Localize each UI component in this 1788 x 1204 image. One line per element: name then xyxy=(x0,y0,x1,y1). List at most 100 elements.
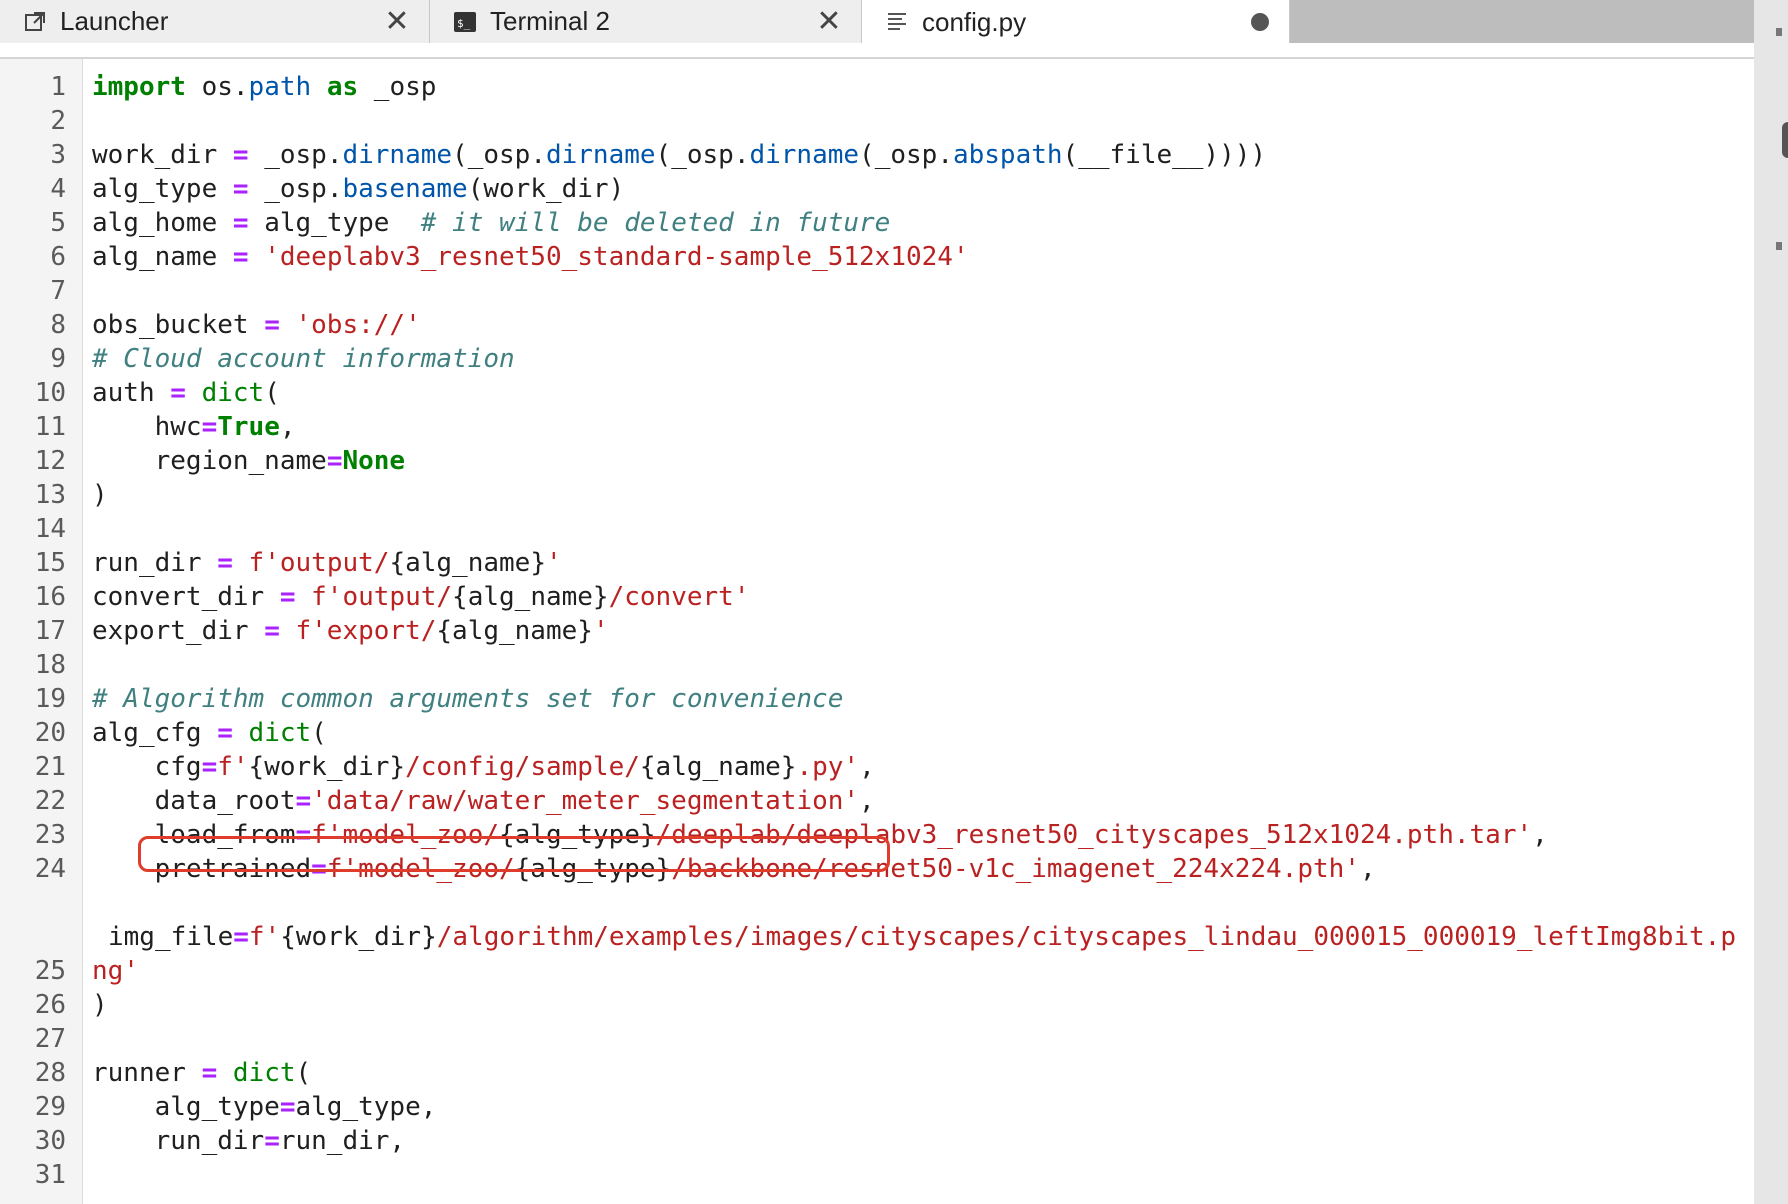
tab-label: Launcher xyxy=(60,6,169,36)
code-token: alg_name xyxy=(92,242,233,272)
code-token: {work_dir} xyxy=(280,922,437,952)
code-line[interactable]: 18 xyxy=(0,648,1754,682)
code-line[interactable]: 16 convert_dir = f'output/{alg_name}/conv… xyxy=(0,580,1754,614)
code-token: /convert' xyxy=(608,582,750,612)
code-token: _osp. xyxy=(248,140,343,170)
code-token: as xyxy=(326,72,359,102)
code-token: alg_home xyxy=(92,208,233,238)
code-token: 'obs://' xyxy=(295,310,421,340)
code-token: = xyxy=(232,140,249,170)
code-line[interactable]: 13) xyxy=(0,478,1754,512)
code-token: = xyxy=(295,786,312,816)
code-token: # it will be deleted in future xyxy=(420,208,891,238)
line-number: 31 xyxy=(34,1160,66,1190)
code-line[interactable]: 7 xyxy=(0,274,1754,308)
code-text: run_dir = f'output/{alg_name}' xyxy=(92,546,562,580)
code-token: dirname xyxy=(545,140,656,170)
code-token: {alg_name} xyxy=(639,752,797,782)
code-token: img_file xyxy=(108,922,234,952)
code-line[interactable]: 15 run_dir = f'output/{alg_name}' xyxy=(0,546,1754,580)
line-number: 7 xyxy=(50,276,66,306)
code-token: abspath xyxy=(952,140,1063,170)
vertical-scrollbar[interactable] xyxy=(1754,0,1788,1204)
code-line[interactable]: 17 export_dir = f'export/{alg_name}' xyxy=(0,614,1754,648)
terminal-icon: $_ xyxy=(448,7,482,37)
code-line[interactable]: 21 cfg=f'{work_dir}/config/sample/{alg_n… xyxy=(0,750,1754,784)
code-token: auth xyxy=(92,378,171,408)
line-number: 29 xyxy=(34,1092,66,1122)
code-token: run_dir xyxy=(92,1126,265,1156)
code-token: = xyxy=(217,718,233,748)
tab-terminal-2[interactable]: $_ Terminal 2 ✕ xyxy=(430,0,862,43)
line-number: 16 xyxy=(34,582,66,612)
code-line[interactable]: 4 alg_type = _osp.basename(work_dir) xyxy=(0,172,1754,206)
code-token: = xyxy=(232,208,249,238)
line-number: 26 xyxy=(34,990,66,1020)
line-number: 20 xyxy=(34,718,66,748)
code-line[interactable]: 29 alg_type=alg_type, xyxy=(0,1090,1754,1124)
code-line[interactable]: 2 xyxy=(0,104,1754,138)
line-number: 21 xyxy=(34,752,66,782)
code-line[interactable]: 11 hwc=True, xyxy=(0,410,1754,444)
line-number: 4 xyxy=(50,174,66,204)
code-token: 'data/raw/water_meter_segmentation' xyxy=(311,786,860,816)
code-token: 'deeplabv3_resnet50_standard-sample_512x… xyxy=(264,242,969,272)
code-token: dict xyxy=(232,1058,296,1088)
scroll-marker xyxy=(1776,242,1782,250)
code-token: f'export/ xyxy=(295,616,437,646)
code-line[interactable]: 6 alg_name = 'deeplabv3_resnet50_standard… xyxy=(0,240,1754,274)
code-line[interactable]: 9 # Cloud account information xyxy=(0,342,1754,376)
code-line[interactable]: 14 xyxy=(0,512,1754,546)
code-line[interactable]: 3 work_dir = _osp.dirname(_osp.dirname(_o… xyxy=(0,138,1754,172)
code-line[interactable]: 12 region_name=None xyxy=(0,444,1754,478)
code-token: dirname xyxy=(749,140,860,170)
tab-launcher[interactable]: Launcher ✕ xyxy=(0,0,430,43)
code-line[interactable]: 27 xyxy=(0,1022,1754,1056)
code-token: = xyxy=(264,1126,280,1156)
code-line[interactable]: 1 import os.path as _osp xyxy=(0,70,1754,104)
code-line[interactable]: 26) xyxy=(0,988,1754,1022)
code-token: ng' xyxy=(92,956,139,986)
tab-config-py[interactable]: config.py xyxy=(862,0,1290,44)
code-line[interactable]: 8 obs_bucket = 'obs://' xyxy=(0,308,1754,342)
code-text: alg_cfg = dict( xyxy=(92,716,327,750)
scrollbar-thumb[interactable] xyxy=(1782,122,1788,158)
code-text: alg_name = 'deeplabv3_resnet50_standard-… xyxy=(92,240,969,274)
code-token: obs_bucket xyxy=(92,310,265,340)
line-number: 8 xyxy=(50,310,66,340)
code-token: None xyxy=(342,446,406,476)
code-token: import xyxy=(92,72,186,102)
code-token: = xyxy=(279,1092,296,1122)
close-icon[interactable]: ✕ xyxy=(377,2,417,42)
code-line[interactable]: 19 # Algorithm common arguments set for c… xyxy=(0,682,1754,716)
close-icon[interactable]: ✕ xyxy=(809,2,849,42)
code-line[interactable]: 25 img_file=f'{work_dir}/algorithm/exampl… xyxy=(0,886,1754,988)
code-line[interactable]: 22 data_root='data/raw/water_meter_segme… xyxy=(0,784,1754,818)
code-line[interactable]: 20 alg_cfg = dict( xyxy=(0,716,1754,750)
code-token: , xyxy=(279,412,296,442)
code-token: (_osp. xyxy=(859,140,953,170)
code-token: alg_cfg xyxy=(92,718,218,748)
code-line[interactable]: 5 alg_home = alg_type # it will be delete… xyxy=(0,206,1754,240)
scroll-marker xyxy=(1776,28,1782,36)
code-editor[interactable]: 1 import os.path as _osp 2 3 work_dir = _osp… xyxy=(0,59,1754,1204)
tab-label: Terminal 2 xyxy=(490,6,610,36)
code-line[interactable]: 10 auth = dict( xyxy=(0,376,1754,410)
code-token: data_root xyxy=(92,786,296,816)
code-token: run_dir xyxy=(92,548,218,578)
code-token: alg_type xyxy=(92,174,233,204)
code-line[interactable]: 30 run_dir=run_dir, xyxy=(0,1124,1754,1158)
unsaved-changes-dot[interactable] xyxy=(1251,13,1269,31)
code-text: region_name=None xyxy=(92,444,405,478)
code-line[interactable]: 28 runner = dict( xyxy=(0,1056,1754,1090)
code-token: {alg_name} xyxy=(389,548,546,578)
code-lines: 1 import os.path as _osp 2 3 work_dir = _osp… xyxy=(0,70,1754,1192)
code-line[interactable]: 31 xyxy=(0,1158,1754,1192)
line-number: 24 xyxy=(34,854,66,884)
line-number: 15 xyxy=(34,548,66,578)
line-number: 6 xyxy=(50,242,66,272)
